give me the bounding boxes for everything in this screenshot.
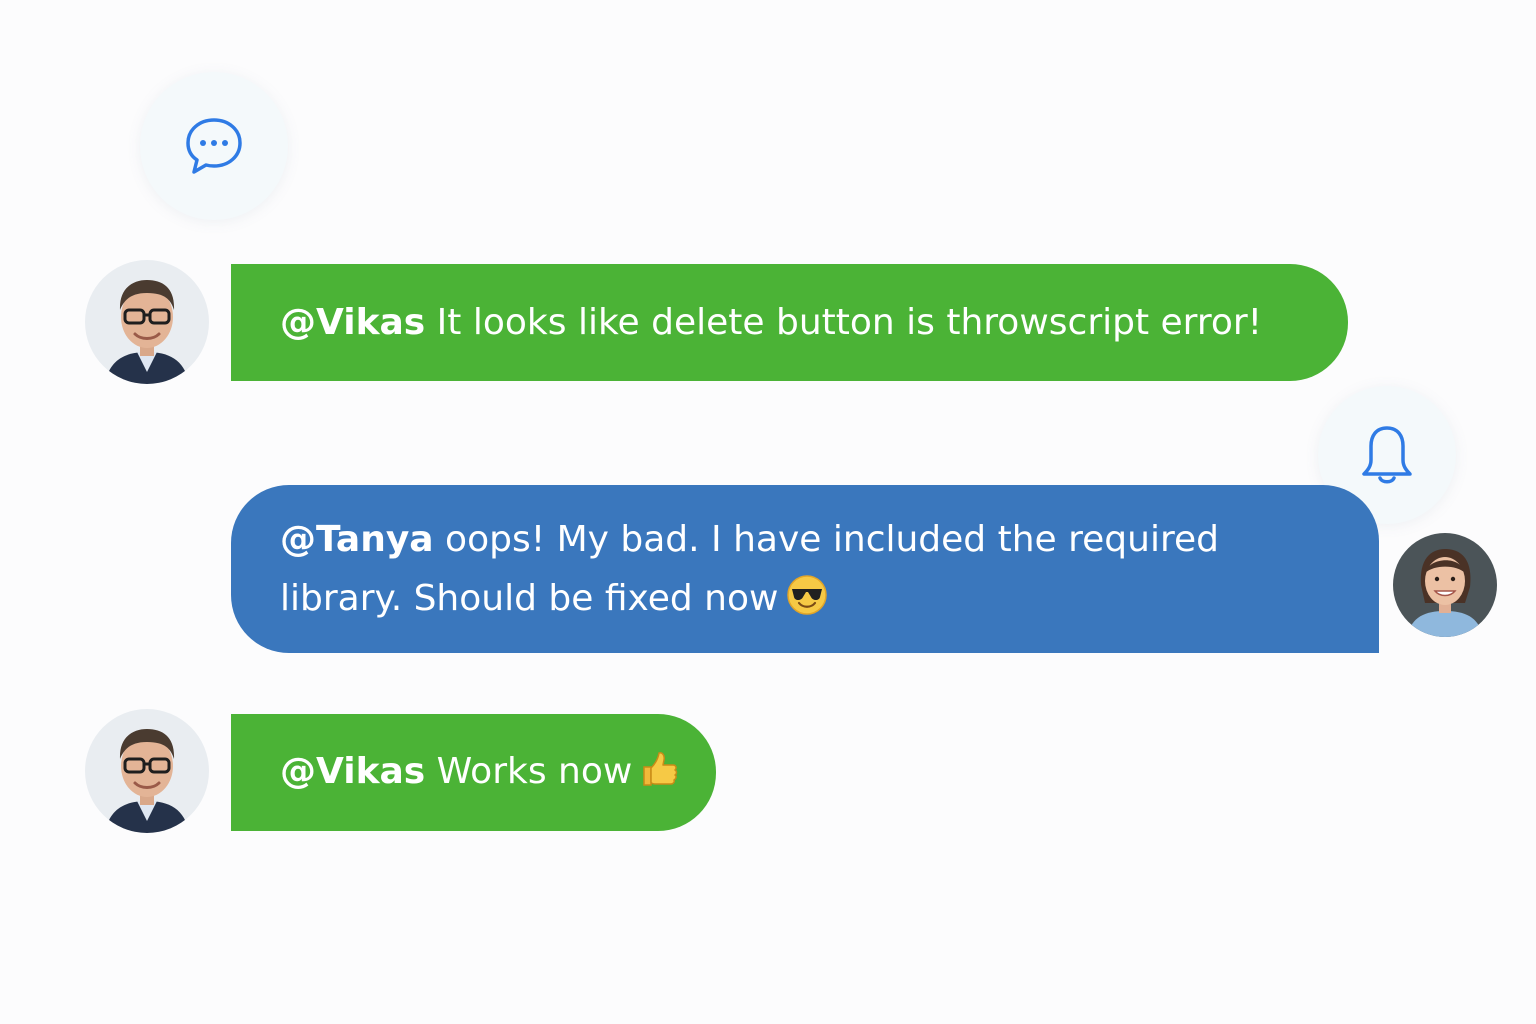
mention-tag[interactable]: @Vikas xyxy=(280,302,425,343)
sunglasses-face-emoji xyxy=(786,574,828,634)
woman-avatar[interactable] xyxy=(1393,533,1497,637)
chat-bubble-dots-icon xyxy=(186,118,242,174)
message-line-1: @Tanya oops! My bad. I have included the… xyxy=(280,510,1379,569)
man-with-glasses-avatar[interactable] xyxy=(85,260,209,384)
bell-icon xyxy=(1362,426,1412,484)
message-text: library. Should be fixed now xyxy=(280,578,779,619)
message-text: It looks like delete button is throwscri… xyxy=(425,302,1263,343)
message-bubble-2[interactable]: @Tanya oops! My bad. I have included the… xyxy=(231,485,1379,653)
chat-badge xyxy=(140,72,288,220)
message-text: oops! My bad. I have included the requir… xyxy=(433,519,1219,560)
message-bubble-3[interactable]: @Vikas Works now xyxy=(231,714,716,831)
mention-tag[interactable]: @Vikas xyxy=(280,751,425,792)
man-with-glasses-avatar[interactable] xyxy=(85,709,209,833)
chat-thread: @Vikas It looks like delete button is th… xyxy=(0,0,1536,1024)
mention-tag[interactable]: @Tanya xyxy=(280,519,434,560)
message-bubble-1[interactable]: @Vikas It looks like delete button is th… xyxy=(231,264,1348,381)
message-line-2: library. Should be fixed now xyxy=(280,569,1379,634)
thumbs-up-emoji xyxy=(640,748,680,807)
message-text: Works now xyxy=(425,751,633,792)
